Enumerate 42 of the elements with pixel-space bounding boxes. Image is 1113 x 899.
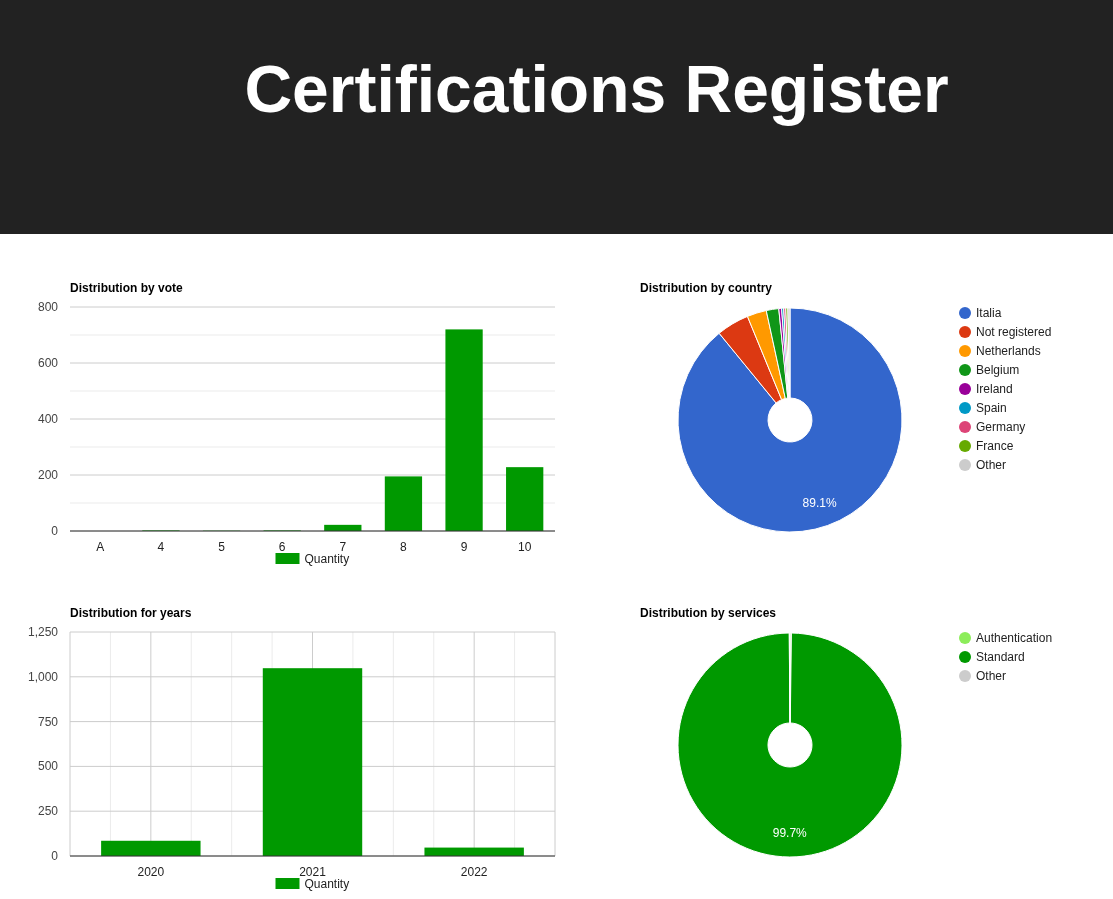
x-axis-label: 10 (518, 540, 532, 554)
x-axis-label: 2021 (299, 865, 326, 879)
x-axis-label: 2022 (460, 865, 488, 879)
legend-label: Quantity (304, 877, 350, 891)
y-axis-label: 400 (37, 412, 58, 426)
x-axis-label: 2020 (137, 865, 165, 879)
x-axis-label: 6 (278, 540, 286, 554)
legend-label: Quantity (304, 552, 350, 566)
y-axis-label: 1,250 (27, 625, 58, 639)
legend-label: Italia (976, 306, 1002, 320)
y-axis-label: 250 (37, 804, 58, 819)
legend-label: Other (976, 458, 1006, 472)
chart-title: Distribution by services (640, 606, 777, 620)
y-axis-label: 800 (37, 300, 58, 314)
y-axis-label: 0 (51, 849, 58, 863)
legend-label: Standard (976, 650, 1025, 664)
legend-label: Authentication (976, 631, 1053, 645)
chart-title: Distribution by vote (70, 281, 183, 295)
legend-label: Spain (976, 401, 1007, 415)
x-axis-label: 4 (157, 540, 165, 554)
y-axis-label: 750 (37, 714, 58, 729)
legend-label: Belgium (976, 363, 1020, 377)
y-axis-label: 500 (37, 759, 58, 774)
y-axis-label: 1,000 (27, 669, 58, 684)
legend-label: France (976, 439, 1014, 453)
y-axis-label: 200 (37, 468, 58, 482)
x-axis-label: A (96, 540, 105, 554)
x-axis-label: 5 (218, 540, 225, 554)
legend-label: Not registered (976, 325, 1052, 339)
legend-label: Ireland (976, 382, 1013, 396)
x-axis-label: 8 (400, 540, 407, 554)
slice-percent-label: 89.1% (802, 495, 837, 510)
legend-label: Germany (976, 420, 1026, 434)
chart-title: Distribution by country (640, 281, 772, 295)
legend-label: Netherlands (976, 344, 1041, 358)
x-axis-label: 7 (339, 540, 347, 554)
x-axis-label: 9 (460, 540, 468, 554)
chart-title: Distribution for years (70, 606, 192, 620)
y-axis-label: 0 (51, 524, 58, 538)
legend-label: Other (976, 669, 1006, 683)
slice-percent-label: 99.7% (772, 826, 807, 840)
y-axis-label: 600 (37, 356, 58, 370)
